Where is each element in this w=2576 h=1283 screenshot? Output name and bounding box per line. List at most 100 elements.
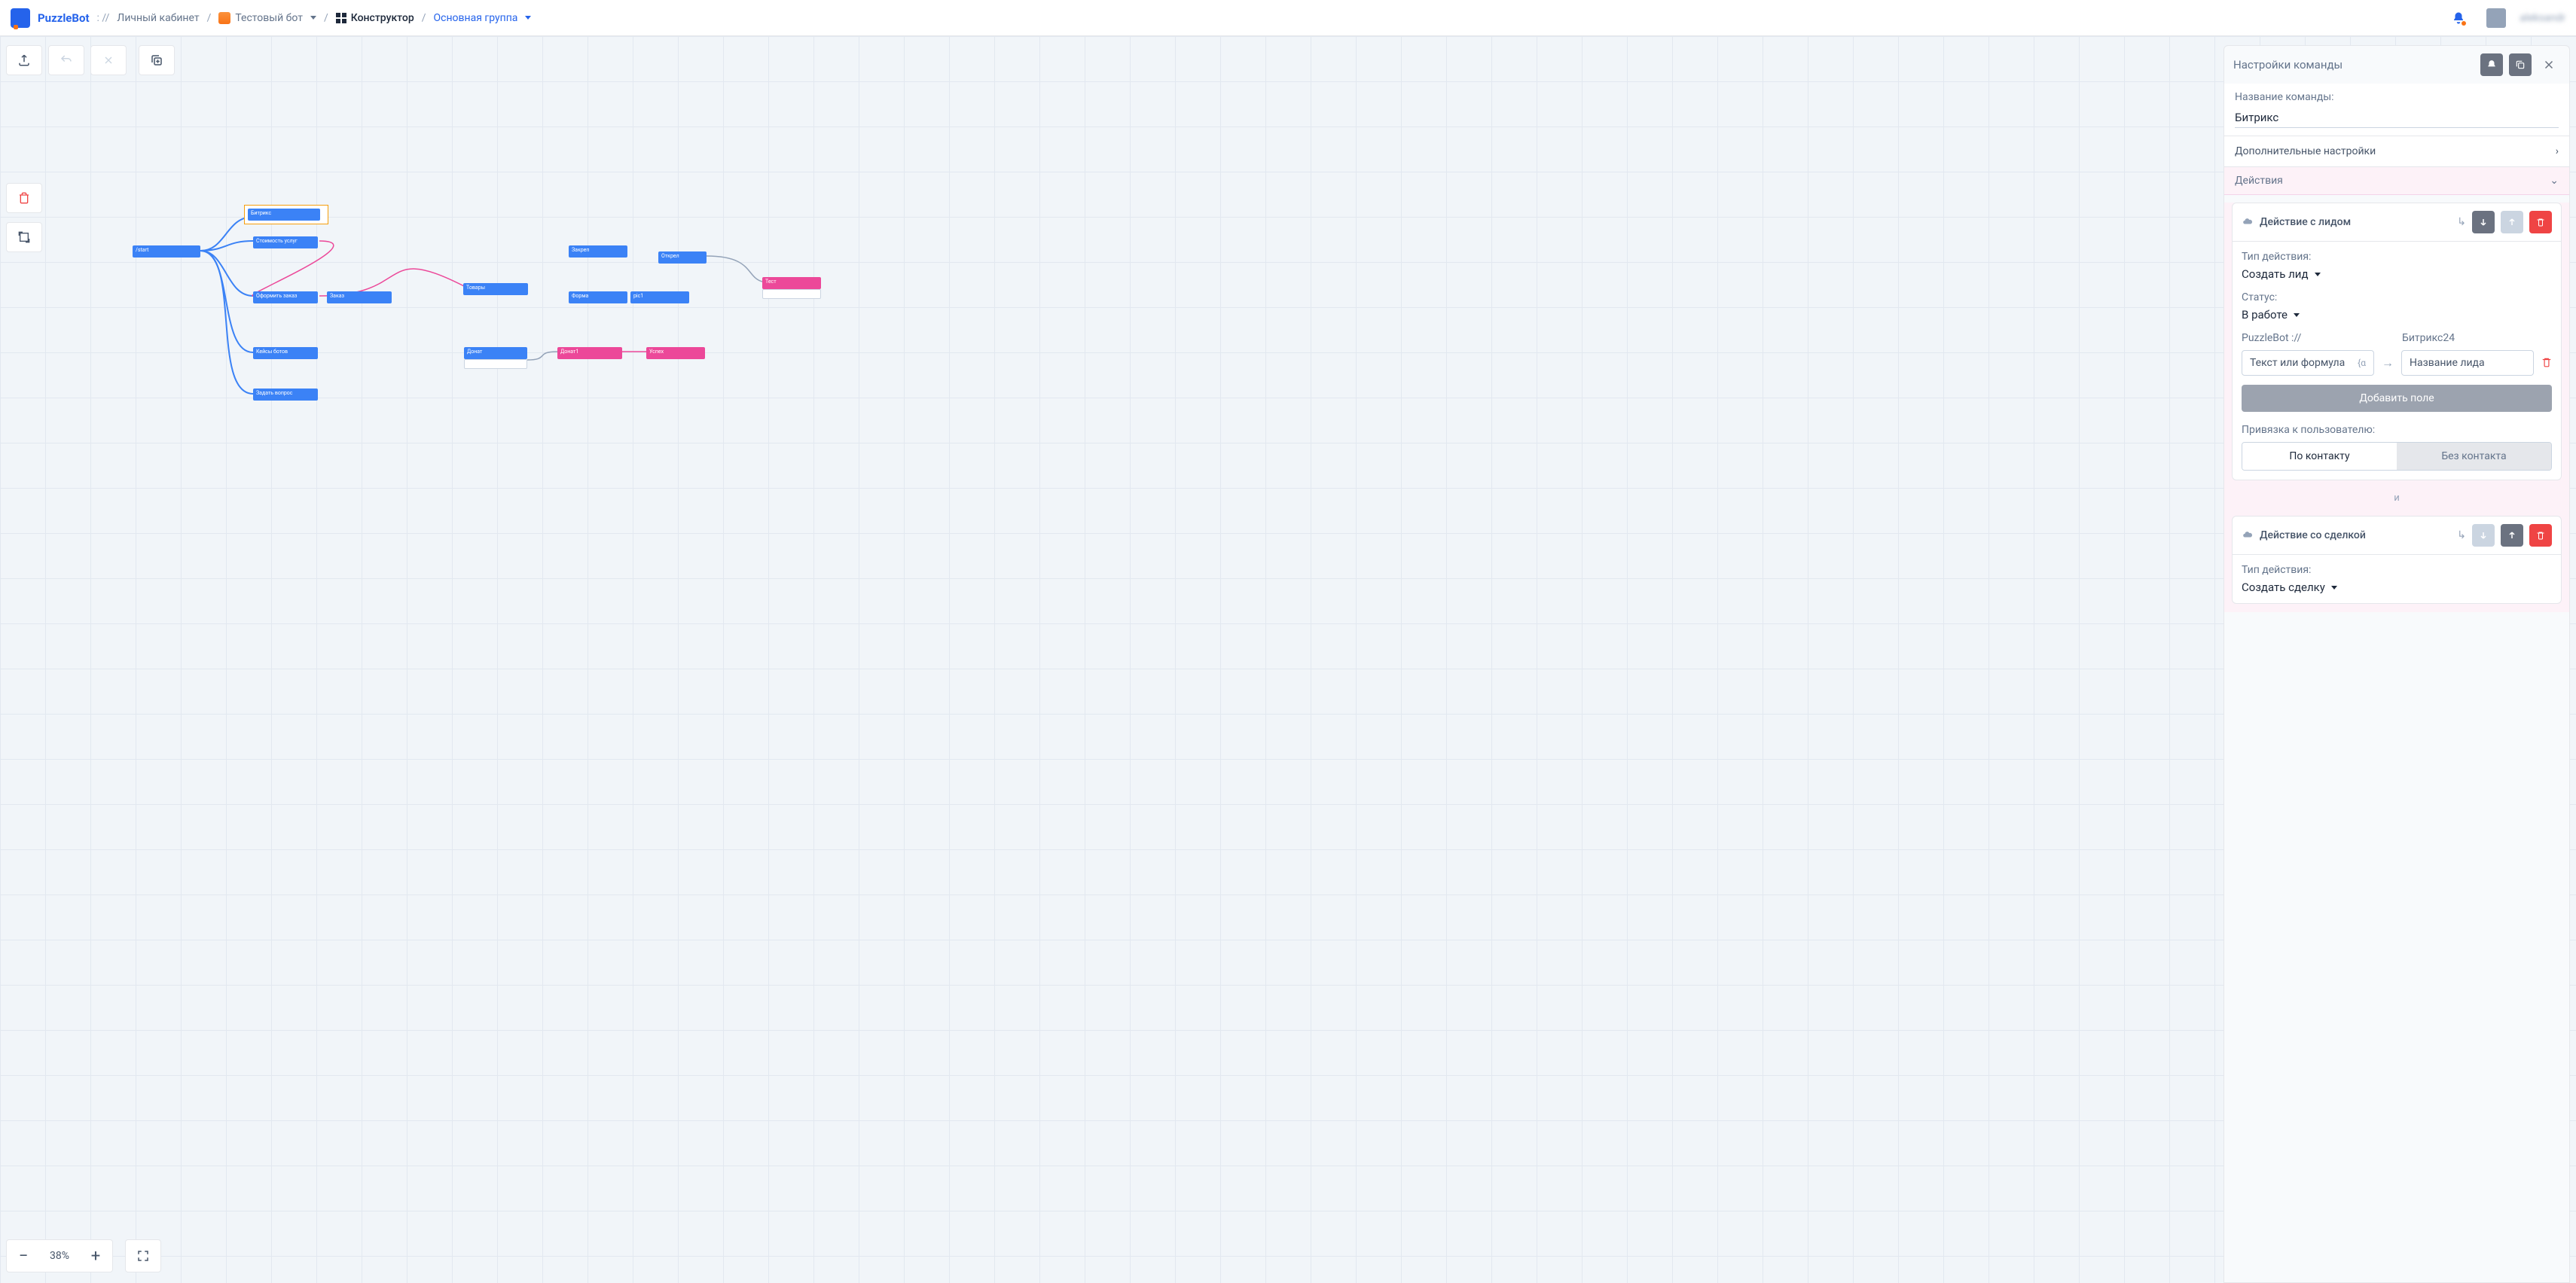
settings-panel: Настройки команды Название команды: Допо… (2223, 45, 2570, 1283)
node-bitrix[interactable]: Битрикс (248, 209, 320, 221)
canvas[interactable]: /start Битрикс Стоимость услуг Оформить … (0, 36, 2576, 1283)
arrow-right-icon: → (2382, 355, 2394, 370)
lead-status-select[interactable]: В работе (2242, 308, 2552, 322)
col1-label: PuzzleBot :// (2242, 332, 2372, 344)
add-field-button[interactable]: Добавить поле (2242, 385, 2552, 412)
source-placeholder: Текст или формула (2250, 357, 2345, 369)
panel-close-button[interactable] (2538, 53, 2560, 76)
node-donat-child[interactable] (464, 359, 527, 369)
delete-action-button[interactable] (2529, 524, 2552, 547)
lead-card-header: Действие с лидом ↳ (2233, 203, 2561, 242)
caret-down-icon (310, 16, 316, 20)
panel-body: Название команды: Дополнительные настрой… (2224, 84, 2569, 1282)
chevron-down-icon: ⌄ (2550, 175, 2559, 187)
crumb-group[interactable]: Основная группа (433, 12, 531, 24)
move-up-button (2501, 211, 2523, 233)
node-forma[interactable]: Форма (569, 291, 627, 303)
node-ask[interactable]: Задать вопрос (253, 389, 318, 401)
caret-down-icon (2315, 273, 2321, 276)
crumb-dashboard[interactable]: Личный кабинет (117, 12, 199, 24)
header: PuzzleBot : // Личный кабинет / Тестовый… (0, 0, 2576, 36)
deal-type-value: Создать сделку (2242, 581, 2325, 594)
cloud-icon (2242, 215, 2254, 230)
name-section: Название команды: (2224, 84, 2569, 136)
lead-card-body: Тип действия: Создать лид Статус: В рабо… (2233, 242, 2561, 480)
delete-row-button[interactable] (2541, 356, 2552, 370)
lead-status-label: Статус: (2242, 291, 2552, 303)
avatar[interactable] (2486, 8, 2506, 28)
arrow-out-icon: ↳ (2457, 216, 2466, 228)
node-test-child[interactable] (762, 289, 821, 299)
logo (11, 8, 30, 28)
actions-header[interactable]: Действия ⌄ (2224, 167, 2569, 195)
edges (0, 36, 2576, 1283)
deal-card-body: Тип действия: Создать сделку (2233, 555, 2561, 603)
crumb-bot[interactable]: Тестовый бот (218, 12, 316, 24)
additional-settings-row[interactable]: Дополнительные настройки › (2224, 136, 2569, 167)
caret-down-icon (525, 16, 531, 20)
sep: / (207, 12, 212, 24)
additional-label: Дополнительные настройки (2235, 145, 2376, 157)
node-cost[interactable]: Стоимость услуг (253, 236, 318, 248)
node-zakrep[interactable]: Закреп (569, 245, 627, 258)
username[interactable]: aleksandr (2520, 12, 2565, 24)
node-test[interactable]: Тест (762, 277, 821, 289)
crumb-constructor-label: Конструктор (351, 12, 414, 24)
node-uspeh[interactable]: Успех (646, 347, 705, 359)
name-label: Название команды: (2235, 91, 2559, 103)
node-cases[interactable]: Кейсы ботов (253, 347, 318, 359)
arrow-out-icon: ↳ (2457, 529, 2466, 541)
lead-type-value: Создать лид (2242, 267, 2309, 281)
brand-name[interactable]: PuzzleBot (38, 11, 90, 25)
node-order[interactable]: Оформить заказ (253, 291, 318, 303)
and-divider: и (2224, 488, 2569, 508)
bind-segmented: По контакту Без контакта (2242, 442, 2552, 471)
node-goods[interactable]: Товары (463, 283, 528, 295)
panel-notify-button[interactable] (2480, 53, 2503, 76)
chevron-right-icon: › (2556, 145, 2559, 157)
formula-tag: {α (2358, 358, 2366, 368)
node-otkrep[interactable]: Открел (658, 251, 707, 264)
node-donat[interactable]: Донат (464, 347, 527, 359)
sep: / (324, 12, 328, 24)
workspace[interactable]: − 38% + /start Битрикс Стоимость услуг О… (0, 36, 2576, 1283)
node-order-btn[interactable]: Заказ (327, 291, 392, 303)
brand-sep: : // (97, 12, 110, 24)
source-field-input[interactable]: Текст или формула {α (2242, 350, 2374, 376)
field-mapping-row: Текст или формула {α → Название лида (2242, 350, 2552, 376)
move-down-button (2472, 524, 2495, 547)
crumb-constructor[interactable]: Конструктор (336, 12, 414, 24)
lead-type-label: Тип действия: (2242, 251, 2552, 263)
panel-header: Настройки команды (2224, 46, 2569, 84)
target-value: Название лида (2410, 357, 2485, 369)
node-bitrix-selected[interactable]: Битрикс (244, 205, 328, 224)
caret-down-icon (2331, 586, 2337, 590)
lead-status-value: В работе (2242, 308, 2288, 322)
name-input[interactable] (2235, 108, 2559, 128)
deal-title: Действие со сделкой (2260, 529, 2451, 541)
node-start[interactable]: /start (133, 245, 200, 258)
deal-type-select[interactable]: Создать сделку (2242, 581, 2552, 594)
col2-label: Битрикс24 (2402, 332, 2532, 344)
panel-copy-button[interactable] (2509, 53, 2532, 76)
constructor-icon (336, 13, 346, 23)
crumb-group-label: Основная группа (433, 12, 517, 24)
node-donat1[interactable]: Донат1 (557, 347, 622, 359)
bind-by-contact[interactable]: По контакту (2242, 443, 2397, 470)
target-field-select[interactable]: Название лида (2401, 350, 2534, 376)
deal-action-card: Действие со сделкой ↳ Тип дейст (2232, 516, 2562, 604)
bot-icon (218, 12, 230, 24)
crumb-bot-label: Тестовый бот (235, 12, 303, 24)
lead-action-card: Действие с лидом ↳ Тип действия (2232, 203, 2562, 480)
move-up-button[interactable] (2501, 524, 2523, 547)
lead-title: Действие с лидом (2260, 216, 2451, 228)
lead-type-select[interactable]: Создать лид (2242, 267, 2552, 281)
node-pic1[interactable]: pic1 (630, 291, 689, 303)
actions-title: Действия (2235, 175, 2283, 187)
notifications-icon[interactable] (2452, 11, 2465, 25)
delete-action-button[interactable] (2529, 211, 2552, 233)
deal-card-header: Действие со сделкой ↳ (2233, 517, 2561, 555)
bind-no-contact[interactable]: Без контакта (2397, 443, 2551, 470)
sep: / (422, 12, 426, 24)
move-down-button[interactable] (2472, 211, 2495, 233)
